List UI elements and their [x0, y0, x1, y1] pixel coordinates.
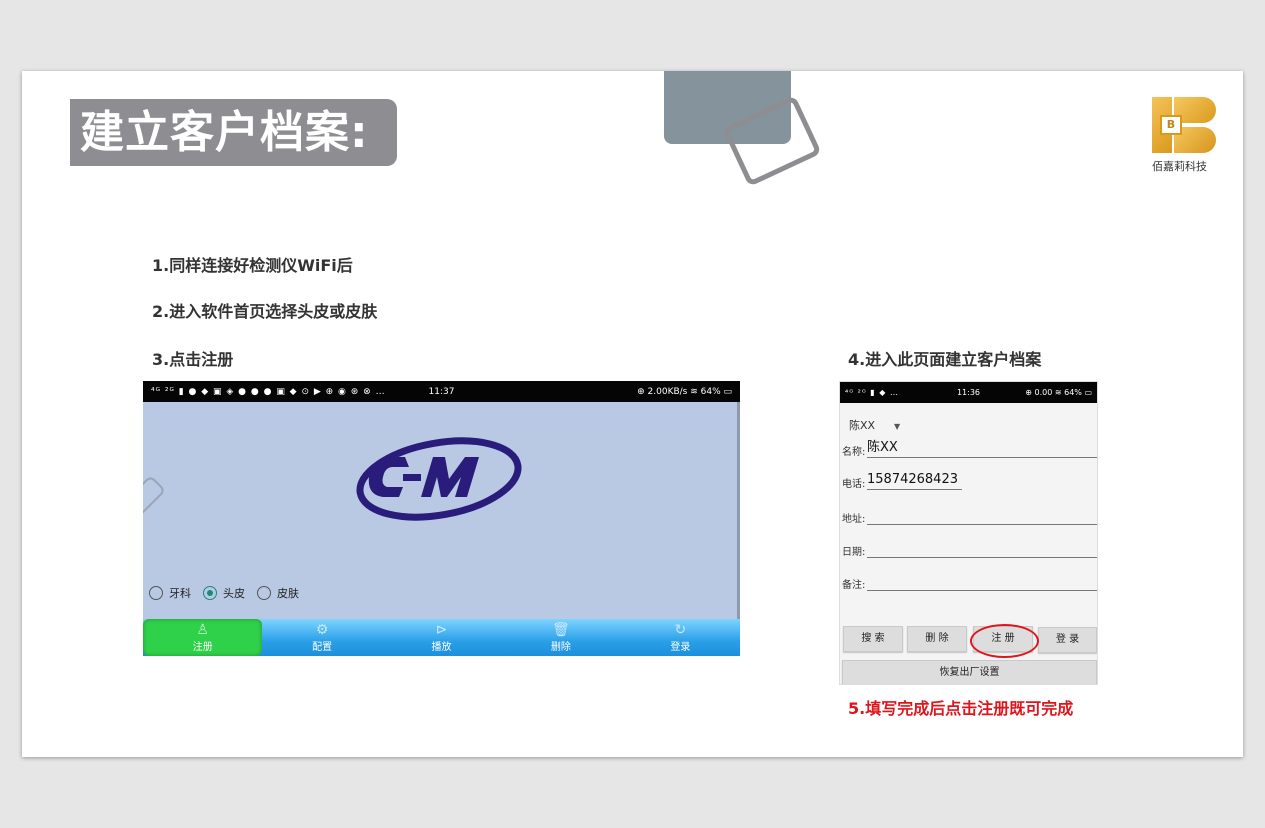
- address-field[interactable]: [867, 505, 1097, 525]
- radio-1[interactable]: [203, 586, 217, 600]
- nav-item-1[interactable]: ⚙ 配置: [262, 619, 381, 656]
- brand-logo-icon: B: [1152, 95, 1218, 155]
- name-field[interactable]: 陈XX: [867, 438, 1097, 458]
- brand-logo-letter: B: [1160, 115, 1182, 135]
- nav-item-2[interactable]: ⊳ 播放: [382, 619, 501, 656]
- status-icons: ⁴ᴳ ²ᴳ ▮ ◆ …: [845, 388, 899, 397]
- step-2: 2.进入软件首页选择头皮或皮肤: [152, 302, 378, 321]
- radio-label: 头皮: [223, 587, 245, 600]
- status-icons: ⁴ᴳ ²ᴳ ▮ ● ◆ ▣ ◈ ● ● ● ▣ ◆ ⊙ ▶ ⊕ ◉ ⊛ ⊗ …: [151, 386, 386, 397]
- step-3: 3.点击注册: [152, 350, 234, 369]
- nav-item-label: 配置: [312, 642, 333, 653]
- brand-logo: B 佰嘉莉科技: [1152, 95, 1222, 175]
- slide-title: 建立客户档案:: [70, 99, 397, 166]
- nav-item-label: 播放: [431, 642, 452, 653]
- address-label: 地址:: [842, 514, 866, 525]
- note-field[interactable]: [867, 571, 1097, 591]
- chevron-down-icon[interactable]: ▼: [894, 422, 900, 431]
- nav-item-label: 登录: [670, 642, 691, 653]
- app-home-screenshot: ⁴ᴳ ²ᴳ ▮ ● ◆ ▣ ◈ ● ● ● ▣ ◆ ⊙ ▶ ⊕ ◉ ⊛ ⊗ … …: [143, 381, 740, 656]
- status-time: 11:36: [956, 388, 981, 397]
- nav-item-4[interactable]: ↻ 登录: [621, 619, 740, 656]
- radio-label: 皮肤: [277, 587, 299, 600]
- status-network: ⊕ 0.00 ≋ 64% ▭: [1025, 388, 1092, 397]
- nav-item-0[interactable]: ♙ 注册: [143, 619, 263, 656]
- play-icon: ⊳: [435, 622, 448, 638]
- radio-label: 牙科: [169, 587, 191, 600]
- status-bar: ⁴ᴳ ²ᴳ ▮ ● ◆ ▣ ◈ ● ● ● ▣ ◆ ⊙ ▶ ⊕ ◉ ⊛ ⊗ … …: [143, 381, 740, 402]
- radio-2[interactable]: [257, 586, 271, 600]
- step-1: 1.同样连接好检测仪WiFi后: [152, 256, 353, 275]
- factory-reset-button[interactable]: 恢复出厂设置: [842, 660, 1097, 684]
- status-time: 11:37: [428, 386, 455, 397]
- date-label: 日期:: [842, 547, 866, 558]
- phone-field[interactable]: 15874268423: [867, 470, 962, 490]
- status-network: ⊕ 2.00KB/s ≋ 64% ▭: [637, 386, 732, 397]
- slide: 建立客户档案: B 佰嘉莉科技 1.同样连接好检测仪WiFi后 2.进入软件首页…: [22, 71, 1243, 757]
- delete-button[interactable]: 删 除: [907, 626, 967, 652]
- date-field[interactable]: [867, 538, 1097, 558]
- register-page-screenshot: ⁴ᴳ ²ᴳ ▮ ◆ … 11:36 ⊕ 0.00 ≋ 64% ▭ 陈XX ▼ 名…: [839, 381, 1098, 685]
- customer-dropdown[interactable]: 陈XX: [849, 417, 875, 433]
- nav-item-label: 删除: [550, 642, 571, 653]
- step-5: 5.填写完成后点击注册既可完成: [848, 699, 1074, 718]
- chevron-left-icon[interactable]: [143, 474, 167, 524]
- trash-icon: 🗑: [552, 622, 570, 638]
- nav-item-3[interactable]: 🗑 删除: [501, 619, 620, 656]
- nav-item-label: 注册: [192, 642, 213, 653]
- radio-0[interactable]: [149, 586, 163, 600]
- name-label: 名称:: [842, 447, 866, 458]
- cm-logo-icon: [356, 437, 522, 521]
- search-button[interactable]: 搜 索: [843, 626, 903, 652]
- mode-radio-group: 牙科 头皮 皮肤: [149, 585, 305, 601]
- bottom-nav: ♙ 注册 ⚙ 配置 ⊳ 播放 🗑 删除 ↻ 登录: [143, 619, 740, 656]
- scrollbar: [737, 402, 740, 619]
- person-icon: ♙: [196, 622, 209, 638]
- step-4: 4.进入此页面建立客户档案: [848, 350, 1042, 369]
- refresh-icon: ↻: [674, 622, 687, 638]
- register-highlight-ring: [970, 624, 1039, 658]
- status-bar: ⁴ᴳ ²ᴳ ▮ ◆ … 11:36 ⊕ 0.00 ≋ 64% ▭: [840, 382, 1097, 403]
- gear-icon: ⚙: [315, 622, 329, 638]
- phone-label: 电话:: [842, 479, 866, 490]
- brand-name: 佰嘉莉科技: [1152, 160, 1207, 173]
- note-label: 备注:: [842, 580, 866, 591]
- login-button[interactable]: 登 录: [1038, 627, 1097, 653]
